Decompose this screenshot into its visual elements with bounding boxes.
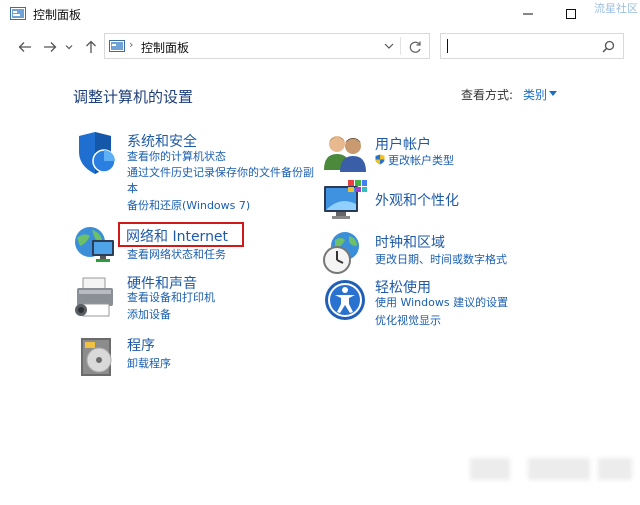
chevron-down-icon xyxy=(65,45,73,50)
search-box[interactable] xyxy=(440,33,624,59)
up-button[interactable] xyxy=(80,36,102,58)
arrow-right-icon xyxy=(44,42,57,52)
programs-disk-icon[interactable] xyxy=(77,334,123,380)
control-panel-app-icon xyxy=(10,7,26,20)
category-user-accounts[interactable]: 用户帐户 xyxy=(375,134,431,154)
page-title: 调整计算机的设置 xyxy=(73,88,194,106)
back-button[interactable] xyxy=(14,36,36,58)
address-dropdown-icon[interactable] xyxy=(383,40,395,52)
watermark-text: 流星社区 xyxy=(594,2,638,15)
blurred-area-3 xyxy=(598,458,632,480)
arrow-left-icon xyxy=(18,42,31,52)
ease-of-access-icon[interactable] xyxy=(323,278,369,324)
link-change-date-time-format[interactable]: 更改日期、时间或数字格式 xyxy=(375,252,507,268)
maximize-button[interactable] xyxy=(548,0,594,28)
window-title: 控制面板 xyxy=(33,8,82,22)
minimize-button[interactable] xyxy=(505,0,551,28)
address-divider xyxy=(400,37,401,55)
control-panel-window: 控制面板 流星社区 › 控制面板 调整计算机的设置 查看方式: 类别 系统和安全… xyxy=(0,0,640,505)
control-panel-crumb-icon xyxy=(109,40,125,52)
breadcrumb-separator-icon: › xyxy=(129,38,134,51)
refresh-icon[interactable] xyxy=(407,39,423,55)
view-by-chevron-down-icon[interactable] xyxy=(549,91,557,96)
link-change-account-type-label: 更改帐户类型 xyxy=(388,154,454,167)
printer-icon[interactable] xyxy=(73,274,119,320)
minimize-icon xyxy=(523,13,533,15)
link-view-devices-printers[interactable]: 查看设备和打印机 xyxy=(127,290,215,306)
clock-globe-icon[interactable] xyxy=(321,230,367,276)
link-backup-restore[interactable]: 备份和还原(Windows 7) xyxy=(127,198,250,214)
link-view-computer-status[interactable]: 查看你的计算机状态 xyxy=(127,149,226,165)
recent-locations-button[interactable] xyxy=(62,36,76,58)
blurred-area-1 xyxy=(470,458,510,480)
view-by-label: 查看方式: xyxy=(461,88,514,102)
arrow-up-icon xyxy=(86,40,96,53)
maximize-icon xyxy=(566,9,576,19)
link-file-history-backup[interactable]: 通过文件历史记录保存你的文件备份副 xyxy=(127,165,314,181)
view-by-dropdown[interactable]: 类别 xyxy=(523,86,547,103)
link-change-account-type[interactable]: 更改帐户类型 xyxy=(375,153,454,169)
address-bar[interactable]: › 控制面板 xyxy=(104,33,430,59)
search-input[interactable] xyxy=(451,36,595,58)
blurred-area-2 xyxy=(528,458,590,480)
link-view-network-status[interactable]: 查看网络状态和任务 xyxy=(127,247,226,263)
users-icon[interactable] xyxy=(322,130,368,176)
category-clock-region[interactable]: 时钟和区域 xyxy=(375,232,445,252)
category-network-internet[interactable]: 网络和 Internet xyxy=(126,226,228,246)
link-uninstall-program[interactable]: 卸载程序 xyxy=(127,356,171,372)
forward-button[interactable] xyxy=(39,36,61,58)
text-caret xyxy=(447,39,448,53)
link-file-history-backup-wrap[interactable]: 本 xyxy=(127,181,138,197)
category-ease-of-access[interactable]: 轻松使用 xyxy=(375,277,431,297)
monitor-palette-icon[interactable] xyxy=(322,178,368,224)
title-bar: 控制面板 流星社区 xyxy=(0,0,640,28)
link-optimize-visual-display[interactable]: 优化视觉显示 xyxy=(375,313,441,329)
category-system-security[interactable]: 系统和安全 xyxy=(127,131,197,151)
shield-icon[interactable] xyxy=(73,130,119,176)
breadcrumb-control-panel[interactable]: 控制面板 xyxy=(141,39,189,56)
category-programs[interactable]: 程序 xyxy=(127,335,155,355)
search-icon xyxy=(602,40,615,53)
category-appearance-personalization[interactable]: 外观和个性化 xyxy=(375,190,459,210)
link-windows-recommended-settings[interactable]: 使用 Windows 建议的设置 xyxy=(375,295,508,311)
link-add-device[interactable]: 添加设备 xyxy=(127,307,171,323)
network-globe-icon[interactable] xyxy=(72,222,118,268)
uac-shield-icon xyxy=(375,154,385,165)
